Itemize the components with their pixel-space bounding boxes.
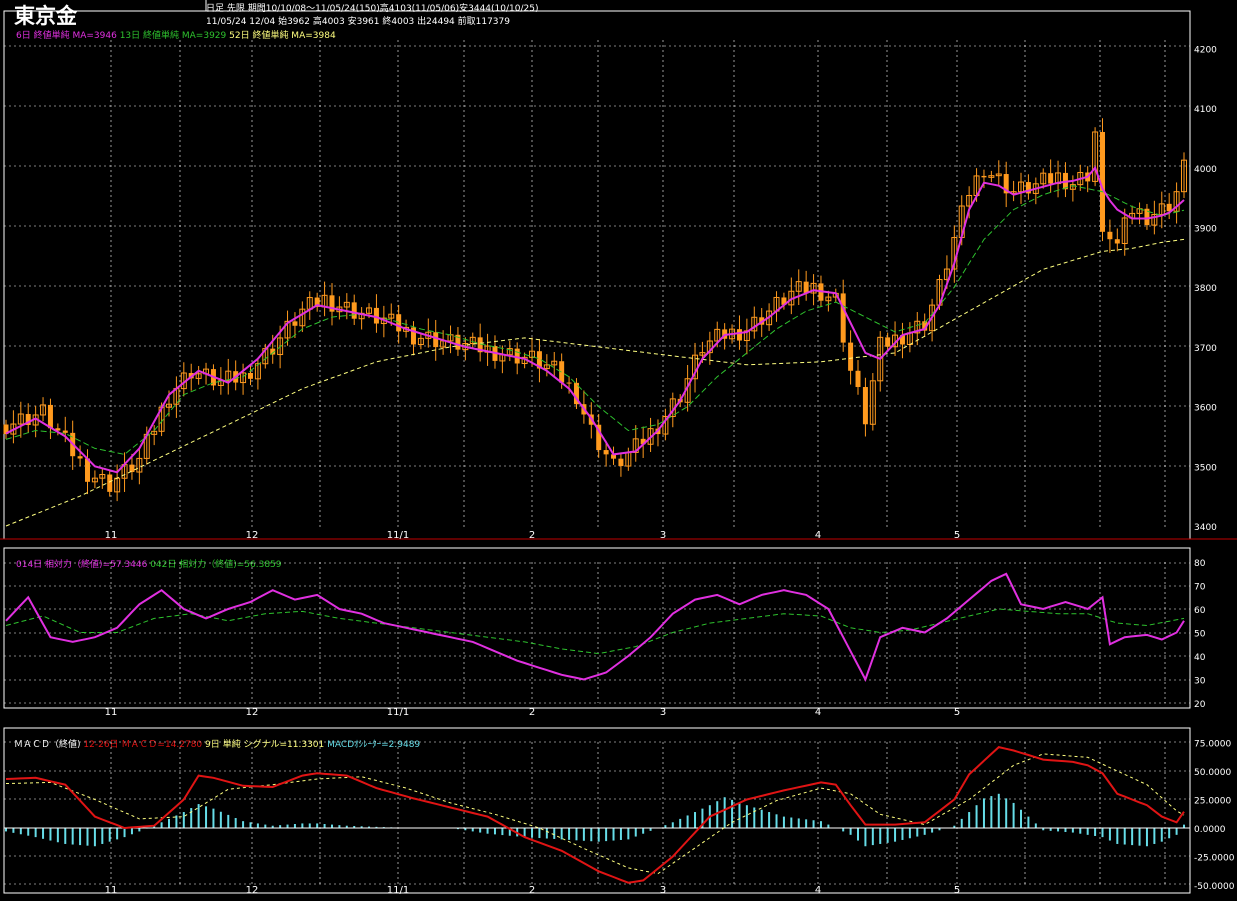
candle-down: [981, 175, 987, 178]
x-axis-label: 3: [660, 530, 666, 541]
candle-down: [559, 361, 565, 383]
x-axis-label: 4: [815, 707, 821, 718]
x-axis-label: 11/1: [387, 530, 409, 541]
macd-line: [5, 746, 1185, 884]
x-axis-label: 3: [660, 707, 666, 718]
rsi-panel-frame: [3, 547, 1191, 709]
rsi14-line: [5, 572, 1185, 683]
candle-down: [566, 382, 572, 384]
candle-down: [84, 458, 90, 482]
candle-down: [247, 372, 253, 379]
macd-axis-label: -50.0000: [1194, 882, 1235, 892]
x-axis-label: 5: [954, 885, 960, 896]
candle-down: [47, 404, 53, 429]
x-axis-label: 5: [954, 707, 960, 718]
price-axis-label: 3500: [1194, 463, 1217, 473]
candle-down: [433, 332, 439, 348]
macd-panel-frame: [3, 727, 1191, 894]
rsi-axis-label: 50: [1194, 630, 1206, 640]
x-axis-label: 4: [815, 885, 821, 896]
price-axis-label: 3700: [1194, 344, 1217, 354]
macd-axis-label: 0.0000: [1194, 825, 1226, 835]
candle-down: [618, 458, 624, 467]
candle-down: [840, 293, 846, 343]
rsi42-line: [5, 608, 1185, 655]
x-axis-label: 12: [246, 530, 259, 541]
x-axis-label: 2: [529, 885, 535, 896]
candle-down: [351, 302, 357, 319]
price-panel-frame: [3, 10, 1191, 540]
price-axis-label: 4200: [1194, 45, 1217, 55]
x-axis-label: 12: [246, 707, 259, 718]
candle-down: [855, 370, 861, 388]
candle-down: [1114, 239, 1120, 244]
rsi-axis-label: 20: [1194, 700, 1206, 710]
candle-down: [107, 474, 113, 492]
macd-axis-label: -25.0000: [1194, 854, 1235, 864]
price-axis-label: 4000: [1194, 165, 1217, 175]
ma6-line: [5, 165, 1185, 474]
price-axis-label: 3400: [1194, 523, 1217, 533]
macd-axis-label: 25.0000: [1194, 797, 1231, 807]
signal-line: [5, 753, 1185, 875]
x-axis-label: 3: [660, 885, 666, 896]
x-axis-label: 12: [246, 885, 259, 896]
price-axis-label: 3800: [1194, 284, 1217, 294]
rsi-axis-label: 30: [1194, 677, 1206, 687]
x-axis-label: 11: [105, 707, 118, 718]
candle-down: [1107, 231, 1113, 240]
candle-down: [862, 387, 868, 425]
rsi-axis-label: 60: [1194, 606, 1206, 616]
candle-down: [736, 329, 742, 341]
x-axis-label: 11: [105, 885, 118, 896]
rsi-axis-label: 70: [1194, 583, 1206, 593]
candle-down: [373, 307, 379, 324]
macd-axis-label: 75.0000: [1194, 740, 1231, 750]
x-axis-label: 11/1: [387, 707, 409, 718]
macd-axis-label: 50.0000: [1194, 768, 1231, 778]
x-axis-label: 2: [529, 530, 535, 541]
price-axis-label: 3900: [1194, 225, 1217, 235]
candle-down: [129, 464, 135, 473]
candle-down: [292, 321, 298, 326]
futures-chart: 4200 4100 4000 3900 3800 3700 3600 3500 3400 80 70…: [0, 0, 1237, 896]
candle-down: [803, 281, 809, 294]
candle-down: [885, 337, 891, 347]
rsi-axis-label: 40: [1194, 653, 1206, 663]
candle-down: [603, 450, 609, 455]
price-axis-label: 4100: [1194, 105, 1217, 115]
candle-down: [62, 430, 68, 433]
candle-down: [848, 342, 854, 371]
candle-down: [1048, 173, 1054, 184]
rsi-axis-label: 80: [1194, 559, 1206, 569]
x-axis-label: 4: [815, 530, 821, 541]
x-axis-label: 5: [954, 530, 960, 541]
x-axis-label: 11: [105, 530, 118, 541]
x-axis-label: 11/1: [387, 885, 409, 896]
x-axis-label: 2: [529, 707, 535, 718]
price-axis-label: 3600: [1194, 404, 1217, 414]
candle-down: [77, 456, 83, 459]
